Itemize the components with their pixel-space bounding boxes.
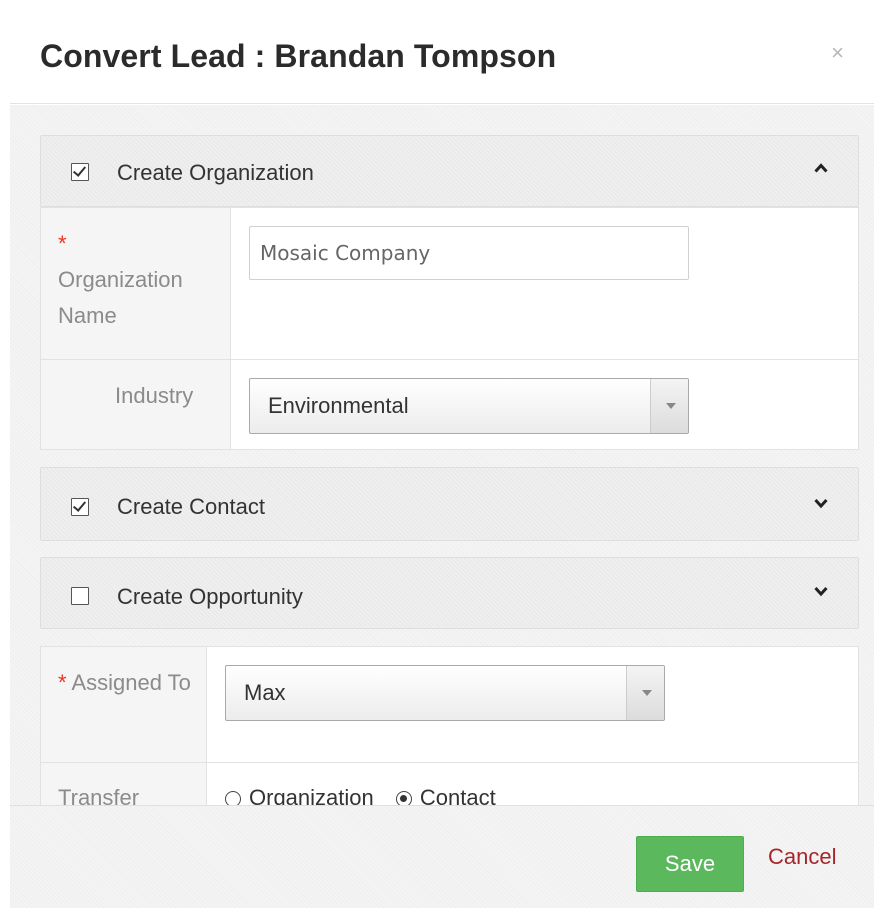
assigned-to-select-value: Max bbox=[244, 680, 286, 705]
transfer-option-contact[interactable]: Contact bbox=[395, 785, 496, 805]
section-create-opportunity[interactable]: Create Opportunity bbox=[40, 557, 859, 629]
required-indicator: * bbox=[58, 670, 67, 695]
assignment-panel: * Assigned To Max Transfer Organization … bbox=[40, 646, 859, 805]
create-organization-checkbox[interactable] bbox=[71, 163, 89, 181]
organization-name-label-text: Organization Name bbox=[58, 267, 183, 328]
dropdown-arrow-icon[interactable] bbox=[650, 379, 688, 433]
organization-fields-panel: * Organization Name Mosaic Company Indus… bbox=[40, 207, 859, 450]
radio-contact[interactable] bbox=[395, 791, 412, 805]
assigned-to-label-text: Assigned To bbox=[71, 670, 191, 695]
chevron-up-icon[interactable] bbox=[814, 161, 828, 175]
section-create-contact[interactable]: Create Contact bbox=[40, 467, 859, 541]
transfer-option-organization[interactable]: Organization bbox=[225, 785, 374, 805]
create-contact-label: Create Contact bbox=[117, 494, 265, 519]
chevron-down-icon[interactable] bbox=[814, 496, 828, 510]
industry-label: Industry bbox=[115, 383, 194, 408]
organization-name-label: * Organization Name bbox=[58, 226, 223, 334]
industry-select[interactable]: Environmental bbox=[249, 378, 689, 434]
dropdown-arrow-icon[interactable] bbox=[626, 666, 664, 720]
organization-name-input[interactable]: Mosaic Company bbox=[249, 226, 689, 280]
create-opportunity-label: Create Opportunity bbox=[117, 584, 303, 609]
industry-select-value: Environmental bbox=[268, 393, 409, 418]
assigned-to-select[interactable]: Max bbox=[225, 665, 665, 721]
dialog-body: Create Organization * Organization Name … bbox=[10, 105, 874, 805]
transfer-label: Transfer bbox=[58, 785, 140, 805]
transfer-radio-group: Organization Contact bbox=[225, 785, 496, 805]
required-indicator: * bbox=[58, 231, 67, 256]
save-button[interactable]: Save bbox=[636, 836, 744, 892]
transfer-option-organization-label: Organization bbox=[249, 785, 374, 805]
convert-lead-dialog: Convert Lead : Brandan Tompson × Create … bbox=[0, 0, 874, 908]
row-divider bbox=[41, 762, 858, 763]
cancel-link[interactable]: Cancel bbox=[768, 844, 836, 870]
row-divider bbox=[41, 359, 858, 360]
radio-organization[interactable] bbox=[225, 791, 241, 805]
dialog-title: Convert Lead : Brandan Tompson bbox=[40, 38, 557, 74]
chevron-down-icon[interactable] bbox=[814, 584, 828, 598]
transfer-option-contact-label: Contact bbox=[419, 785, 496, 805]
assigned-to-label: * Assigned To bbox=[58, 665, 198, 701]
section-create-organization[interactable]: Create Organization bbox=[40, 135, 859, 207]
create-opportunity-checkbox[interactable] bbox=[71, 587, 89, 605]
dialog-footer: Save Cancel bbox=[10, 805, 874, 908]
create-contact-checkbox[interactable] bbox=[71, 498, 89, 516]
close-icon[interactable]: × bbox=[831, 40, 844, 66]
create-organization-label: Create Organization bbox=[117, 160, 314, 185]
dialog-header: Convert Lead : Brandan Tompson × bbox=[10, 0, 874, 104]
